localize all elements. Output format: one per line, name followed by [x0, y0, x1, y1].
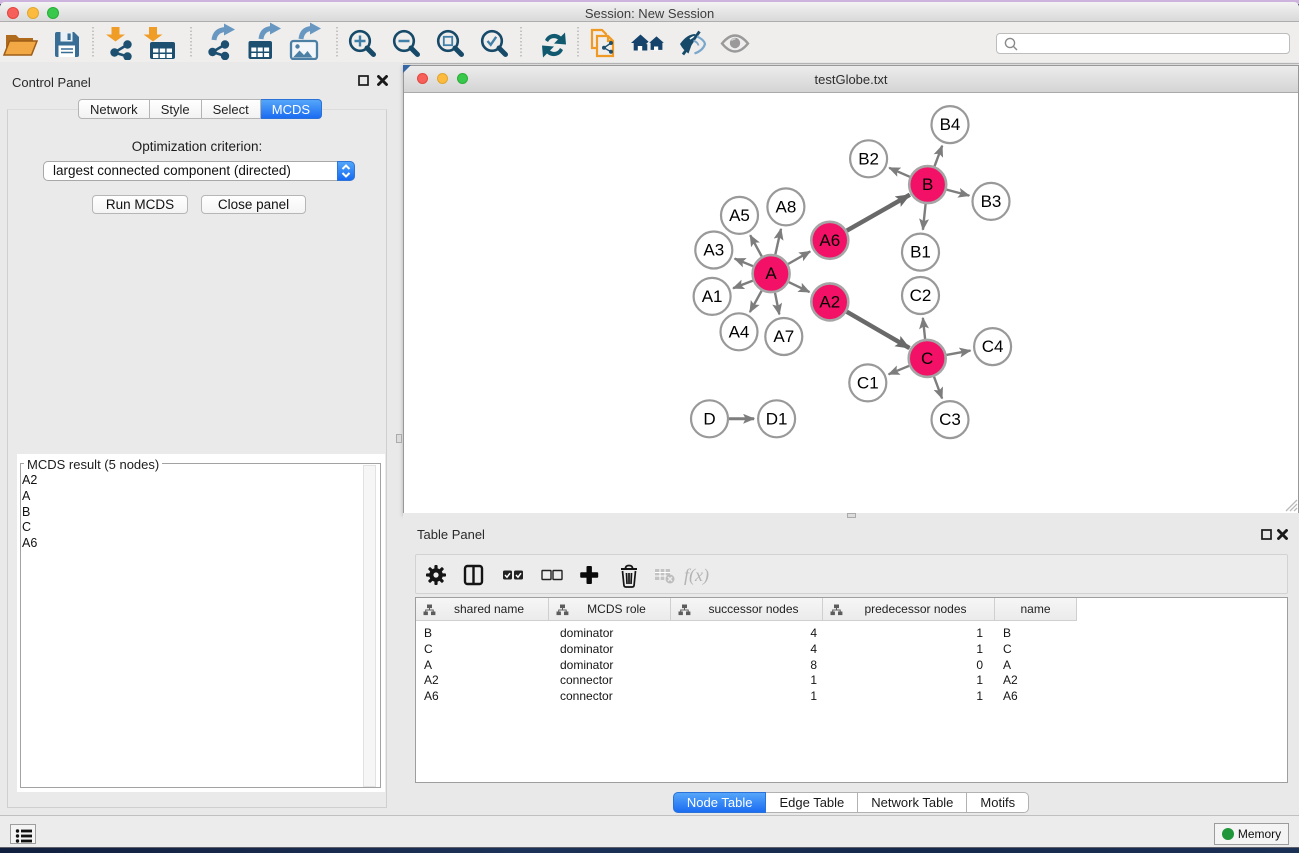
svg-text:C4: C4: [982, 337, 1004, 356]
svg-text:A3: A3: [703, 241, 724, 260]
svg-text:B1: B1: [910, 243, 931, 262]
svg-text:A1: A1: [702, 287, 723, 306]
svg-text:B4: B4: [940, 115, 961, 134]
svg-text:C: C: [921, 349, 933, 368]
svg-text:B2: B2: [858, 149, 879, 168]
svg-text:D: D: [703, 409, 715, 428]
svg-text:D1: D1: [766, 409, 788, 428]
svg-text:C1: C1: [857, 373, 879, 392]
svg-text:A: A: [765, 264, 777, 283]
svg-text:A4: A4: [729, 322, 750, 341]
svg-text:A8: A8: [776, 197, 797, 216]
svg-text:B: B: [922, 175, 933, 194]
svg-text:f(x): f(x): [684, 565, 709, 586]
svg-text:B3: B3: [981, 192, 1002, 211]
svg-text:C3: C3: [939, 410, 961, 429]
svg-text:A6: A6: [819, 231, 840, 250]
svg-text:C2: C2: [910, 286, 932, 305]
svg-text:A7: A7: [773, 327, 794, 346]
svg-text:A2: A2: [819, 292, 840, 311]
svg-text:A5: A5: [729, 206, 750, 225]
